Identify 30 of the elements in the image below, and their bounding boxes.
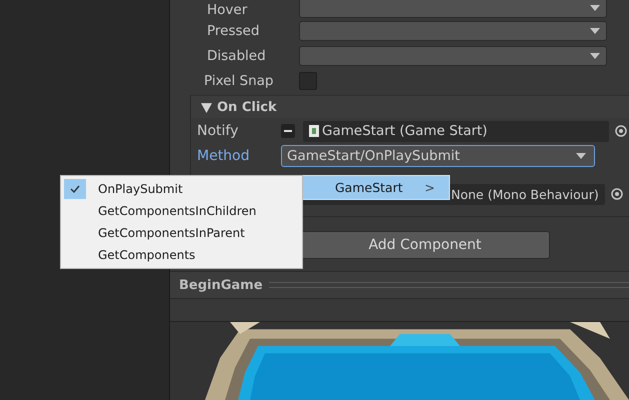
object-picker-icon[interactable] [611, 188, 623, 200]
object-field[interactable]: GameStart (Game Start) [303, 120, 609, 142]
caret-icon [590, 5, 600, 11]
remove-button[interactable] [281, 124, 295, 138]
menu-item[interactable]: OnPlaySubmit [61, 178, 302, 200]
property-label: Disabled [206, 48, 267, 64]
check-icon [70, 185, 80, 193]
property-label: Hover [206, 2, 248, 18]
caret-icon [590, 28, 600, 34]
event-title: On Click [217, 100, 277, 114]
component-title: BeginGame [179, 278, 263, 292]
menu-item[interactable]: GetComponentsInChildren [61, 200, 302, 222]
caret-icon [576, 153, 586, 159]
script-icon [309, 125, 319, 137]
object-picker-icon[interactable] [615, 125, 627, 137]
submenu-item[interactable]: GameStart > [302, 175, 450, 200]
property-label: Pressed [206, 22, 260, 38]
expand-triangle-icon[interactable] [201, 102, 212, 112]
dropdown-field[interactable] [299, 0, 607, 18]
dropdown-field[interactable] [299, 46, 607, 66]
notify-label: Notify [196, 123, 240, 139]
menu-item[interactable]: GetComponentsInParent [61, 222, 302, 244]
dropdown-field[interactable] [299, 20, 607, 40]
caret-icon [590, 52, 600, 58]
method-label: Method [196, 148, 251, 164]
menu-item[interactable]: GetComponents [61, 244, 302, 266]
checkbox[interactable] [299, 72, 317, 90]
add-component-button[interactable]: Add Component [300, 231, 550, 259]
method-dropdown[interactable]: GameStart/OnPlaySubmit [281, 145, 595, 167]
property-label: Pixel Snap [203, 72, 274, 88]
